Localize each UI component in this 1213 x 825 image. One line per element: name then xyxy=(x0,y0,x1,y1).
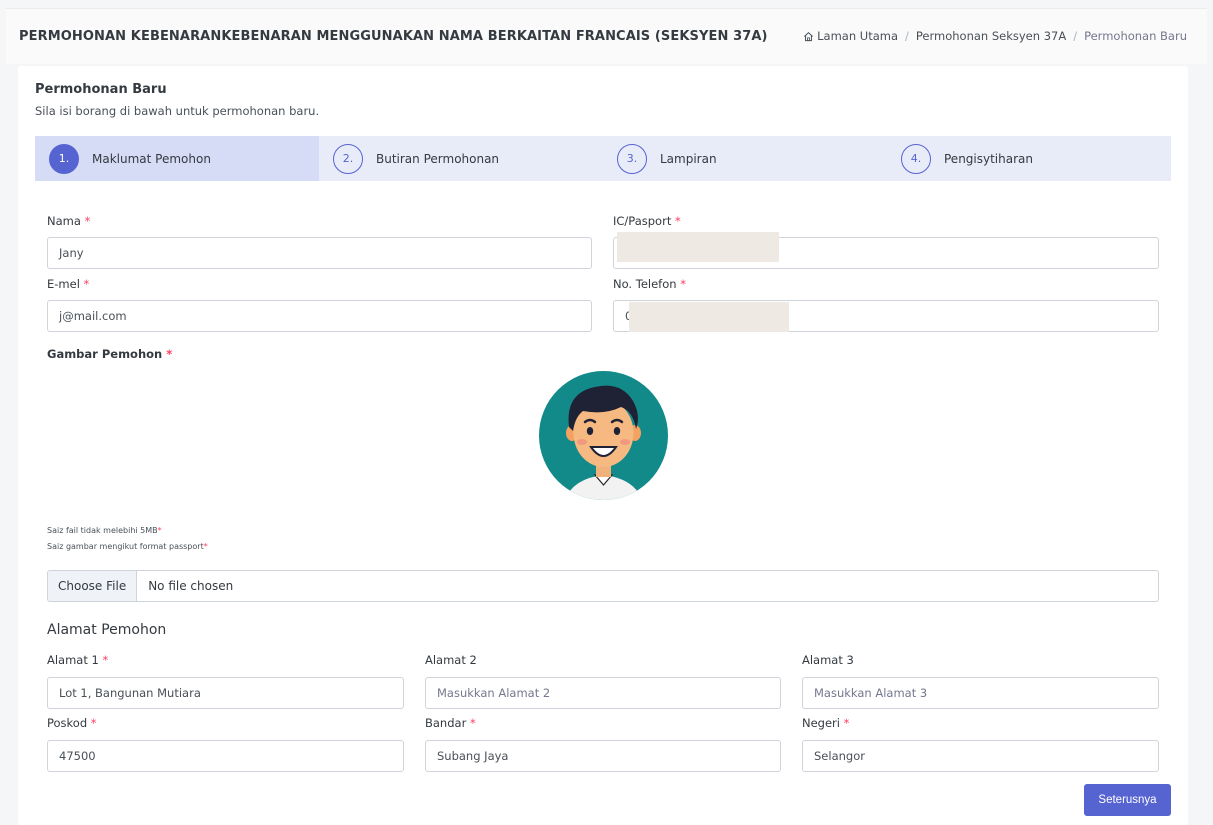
negeri-label: Negeri * xyxy=(802,716,850,730)
bandar-input[interactable]: Subang Jaya xyxy=(425,740,781,772)
redacted-area xyxy=(629,302,789,332)
wizard-steps: 1. Maklumat Pemohon 2. Butiran Permohona… xyxy=(35,136,1171,181)
nama-label: Nama * xyxy=(47,214,91,228)
breadcrumb-separator: / xyxy=(1073,29,1078,43)
next-button[interactable]: Seterusnya xyxy=(1084,784,1171,816)
card-subtitle: Sila isi borang di bawah untuk permohona… xyxy=(35,104,320,118)
alamat3-label: Alamat 3 xyxy=(802,653,854,667)
ic-label: IC/Pasport * xyxy=(613,214,681,228)
file-size-note: Saiz fail tidak melebihi 5MB* xyxy=(47,526,162,535)
page-header: PERMOHONAN KEBENARANKEBENARAN MENGGUNAKA… xyxy=(6,8,1207,64)
step-label: Butiran Permohonan xyxy=(376,151,500,166)
alamat1-label: Alamat 1 * xyxy=(47,653,109,667)
alamat1-input[interactable]: Lot 1, Bangunan Mutiara xyxy=(47,677,404,709)
form-card: Permohonan Baru Sila isi borang di bawah… xyxy=(18,66,1188,825)
email-label: E-mel * xyxy=(47,277,90,291)
poskod-input[interactable]: 47500 xyxy=(47,740,404,772)
breadcrumb-section-link[interactable]: Permohonan Seksyen 37A xyxy=(916,29,1066,43)
breadcrumb: Laman Utama / Permohonan Seksyen 37A / P… xyxy=(803,29,1187,43)
avatar xyxy=(539,371,668,500)
file-format-note: Saiz gambar mengikut format passport* xyxy=(47,542,208,551)
step-butiran-permohonan[interactable]: 2. Butiran Permohonan xyxy=(319,136,603,181)
home-icon xyxy=(804,31,814,41)
card-title: Permohonan Baru xyxy=(35,82,167,97)
poskod-label: Poskod * xyxy=(47,716,97,730)
photo-label: Gambar Pemohon * xyxy=(47,347,173,361)
photo-file-input[interactable]: Choose File No file chosen xyxy=(47,570,1159,602)
step-number: 4. xyxy=(901,143,931,174)
step-number: 3. xyxy=(617,143,647,174)
alamat2-label: Alamat 2 xyxy=(425,653,477,667)
breadcrumb-home-link[interactable]: Laman Utama xyxy=(817,29,898,43)
step-pengisytiharan[interactable]: 4. Pengisytiharan xyxy=(887,136,1171,181)
step-label: Lampiran xyxy=(660,151,717,166)
step-number: 2. xyxy=(333,143,363,174)
breadcrumb-current: Permohonan Baru xyxy=(1084,29,1187,43)
negeri-input[interactable]: Selangor xyxy=(802,740,1159,772)
step-label: Pengisytiharan xyxy=(944,151,1033,166)
breadcrumb-separator: / xyxy=(905,29,909,43)
phone-label: No. Telefon * xyxy=(613,277,686,291)
page-title: PERMOHONAN KEBENARANKEBENARAN MENGGUNAKA… xyxy=(19,29,768,44)
file-status: No file chosen xyxy=(148,579,234,593)
redacted-area xyxy=(617,232,779,262)
alamat3-input[interactable]: Masukkan Alamat 3 xyxy=(802,677,1159,709)
choose-file-button[interactable]: Choose File xyxy=(48,571,138,601)
step-label: Maklumat Pemohon xyxy=(92,151,211,166)
address-section-title: Alamat Pemohon xyxy=(47,622,167,638)
step-lampiran[interactable]: 3. Lampiran xyxy=(603,136,887,181)
step-maklumat-pemohon[interactable]: 1. Maklumat Pemohon xyxy=(35,136,319,181)
alamat2-input[interactable]: Masukkan Alamat 2 xyxy=(425,677,781,709)
nama-input[interactable]: Jany xyxy=(47,237,592,269)
step-number: 1. xyxy=(49,143,79,174)
bandar-label: Bandar * xyxy=(425,716,476,730)
email-input[interactable]: j@mail.com xyxy=(47,300,592,332)
